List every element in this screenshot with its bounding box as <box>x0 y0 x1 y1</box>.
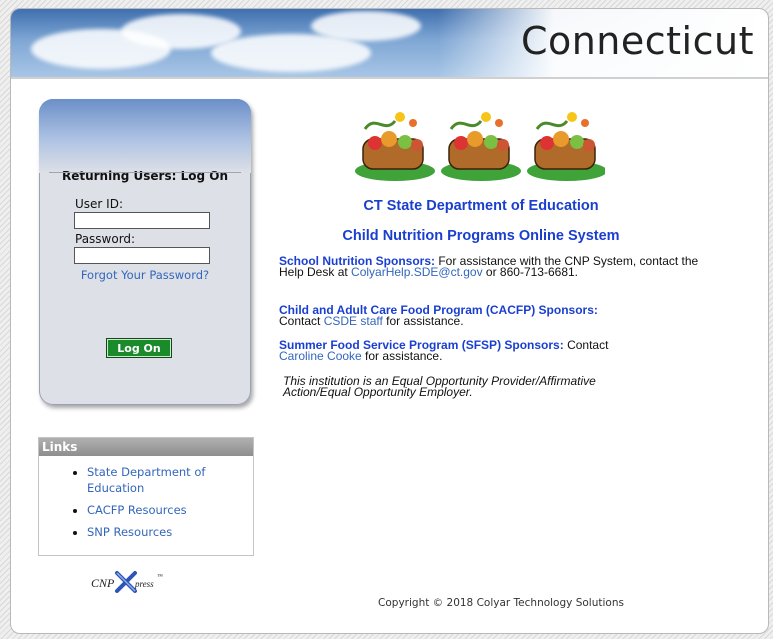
cacfp-text: Contact <box>279 314 324 328</box>
caroline-cooke-link[interactable]: Caroline Cooke <box>279 349 362 363</box>
banner-title: Connecticut <box>520 19 754 63</box>
food-basket-image <box>527 112 605 181</box>
sfsp-info: Summer Food Service Program (SFSP) Spons… <box>279 338 709 363</box>
sfsp-text: Contact <box>563 338 609 352</box>
cacfp-text-end: for assistance. <box>382 314 464 328</box>
link-snp-resources[interactable]: SNP Resources <box>87 525 172 539</box>
links-panel: Links State Department of Education CACF… <box>38 437 254 556</box>
svg-text:™: ™ <box>157 574 163 580</box>
login-divider <box>49 172 241 173</box>
userid-label: User ID: <box>75 197 123 211</box>
header-banner: Connecticut <box>11 9 768 77</box>
links-list: State Department of Education CACFP Reso… <box>39 464 253 540</box>
food-basket-image <box>441 112 521 181</box>
password-label: Password: <box>75 232 136 246</box>
list-item: CACFP Resources <box>87 502 253 518</box>
list-item: SNP Resources <box>87 524 253 540</box>
csde-staff-link[interactable]: CSDE staff <box>324 314 383 328</box>
svg-text:CNP: CNP <box>91 576 115 590</box>
cacfp-info: Child and Adult Care Food Program (CACFP… <box>279 304 709 328</box>
forgot-password-link[interactable]: Forgot Your Password? <box>39 268 251 282</box>
banner-divider <box>11 77 768 79</box>
food-basket-image <box>355 112 435 181</box>
login-panel: Returning Users: Log On User ID: Passwor… <box>39 99 251 405</box>
eeo-statement: This institution is an Equal Opportunity… <box>279 374 663 399</box>
page-container: Connecticut Returning Users: Log On User… <box>10 8 769 634</box>
page-subtitle: Child Nutrition Programs Online System <box>342 228 620 244</box>
password-input[interactable] <box>74 247 210 264</box>
sfsp-text-end: for assistance. <box>361 349 443 363</box>
eeo-text: This institution is an Equal Opportunity… <box>283 374 596 399</box>
log-on-button[interactable]: Log On <box>106 338 172 358</box>
link-cacfp-resources[interactable]: CACFP Resources <box>87 503 187 517</box>
snp-phone-text: or 860-713-6681. <box>482 265 578 279</box>
link-state-department[interactable]: State Department of Education <box>87 465 205 495</box>
food-basket-images <box>355 112 605 181</box>
login-header: Returning Users: Log On <box>39 99 251 183</box>
page-title: CT State Department of Education <box>363 198 599 214</box>
snp-info: School Nutrition Sponsors: For assistanc… <box>279 255 709 279</box>
helpdesk-email-link[interactable]: ColyarHelp.SDE@ct.gov <box>351 265 483 279</box>
svg-text:press: press <box>134 579 154 589</box>
cnp-express-logo: CNP press ™ <box>91 571 163 593</box>
list-item: State Department of Education <box>87 464 253 496</box>
links-heading: Links <box>39 438 253 456</box>
userid-input[interactable] <box>74 212 210 229</box>
copyright-text: Copyright © 2018 Colyar Technology Solut… <box>378 597 624 609</box>
